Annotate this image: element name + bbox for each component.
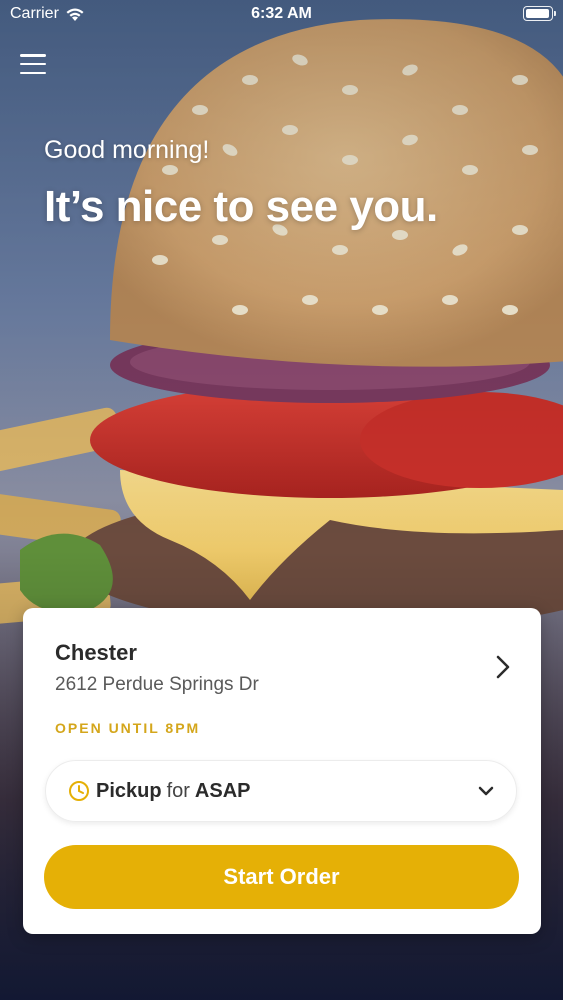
chevron-down-icon [478,786,494,796]
store-hours: OPEN UNTIL 8PM [55,720,201,736]
pickup-time-select[interactable]: Pickup for ASAP [45,760,517,822]
pickup-connector: for [166,779,190,802]
hamburger-menu-icon[interactable] [20,52,46,76]
battery-level [526,9,549,18]
store-address: 2612 Perdue Springs Dr [55,674,259,695]
chevron-right-icon [496,655,510,679]
store-selector[interactable]: Chester 2612 Perdue Springs Dr [23,608,541,718]
status-time: 6:32 AM [251,5,312,22]
store-name: Chester [55,640,137,665]
store-card: Chester 2612 Perdue Springs Dr OPEN UNTI… [23,608,541,934]
start-order-button[interactable]: Start Order [44,845,519,909]
menu-line [20,71,46,74]
greeting-salutation: Good morning! [44,136,210,164]
menu-line [20,54,46,57]
greeting-headline: It’s nice to see you. [44,182,438,231]
status-bar: Carrier 6:32 AM [0,0,563,30]
battery-icon [523,6,556,21]
pickup-time: ASAP [194,779,251,802]
pickup-summary: Pickup for ASAP [96,780,251,803]
clock-icon [69,781,89,801]
menu-line [20,62,46,66]
pickup-mode: Pickup [96,779,162,802]
